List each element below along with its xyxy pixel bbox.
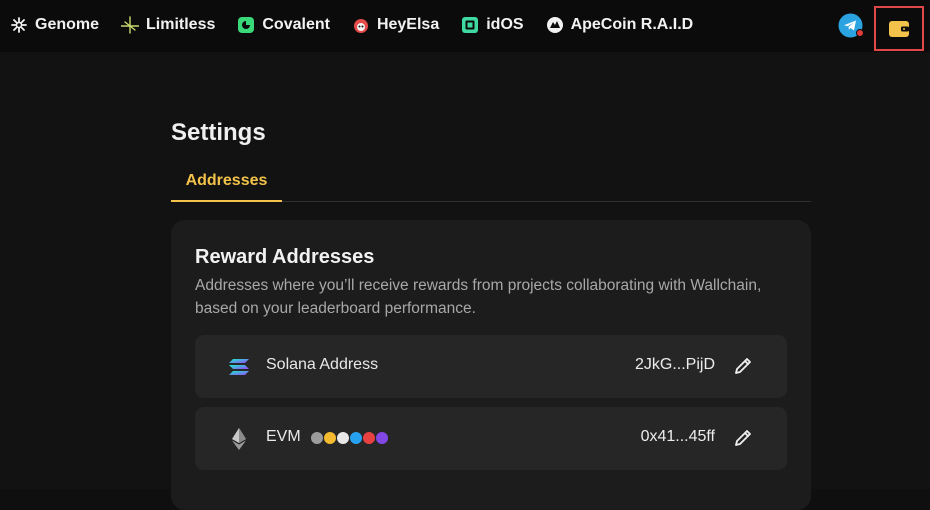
address-value: 2JkG...PijD bbox=[634, 356, 715, 373]
row-label: EVM bbox=[266, 428, 301, 445]
notification-dot bbox=[856, 29, 864, 37]
edit-pencil-icon[interactable] bbox=[732, 427, 754, 449]
asterisk-icon bbox=[10, 16, 28, 34]
evm-address-row: EVM 0x41...45ff bbox=[195, 407, 787, 470]
apecoin-icon bbox=[546, 16, 564, 34]
nav-item-idos[interactable]: idOS bbox=[461, 13, 524, 37]
wallet-icon bbox=[889, 20, 909, 37]
chain-badge-icon bbox=[323, 431, 337, 445]
idos-icon bbox=[461, 16, 479, 34]
reward-addresses-card: Reward Addresses Addresses where you’ll … bbox=[171, 220, 811, 510]
nav-item-label: idOS bbox=[486, 16, 524, 33]
nav-item-label: ApeCoin R.A.I.D bbox=[570, 16, 694, 33]
tab-addresses[interactable]: Addresses bbox=[171, 166, 282, 202]
wallet-button[interactable] bbox=[874, 6, 924, 51]
card-title: Reward Addresses bbox=[195, 246, 375, 268]
covalent-icon bbox=[237, 16, 255, 34]
row-label: Solana Address bbox=[266, 356, 379, 373]
card-description: Addresses where you’ll receive rewards f… bbox=[195, 277, 762, 317]
chain-badge-icon bbox=[336, 431, 350, 445]
nav-item-apecoin-raid[interactable]: ApeCoin R.A.I.D bbox=[546, 13, 694, 37]
telegram-button[interactable] bbox=[838, 13, 864, 38]
heyelsa-icon bbox=[352, 16, 370, 34]
nav-item-heyelsa[interactable]: HeyElsa bbox=[352, 13, 439, 37]
solana-icon bbox=[229, 359, 249, 375]
settings-page: Settings Addresses Reward Addresses Addr… bbox=[0, 52, 930, 510]
project-nav-list: Genome Limitless Covalent HeyElsa idOS A… bbox=[10, 13, 715, 37]
chain-badge-icon bbox=[375, 431, 389, 445]
chain-badge-icon bbox=[310, 431, 324, 445]
address-value: 0x41...45ff bbox=[640, 428, 715, 445]
nav-item-label: Genome bbox=[35, 16, 100, 33]
chain-badge-icon bbox=[362, 431, 376, 445]
nav-item-label: Covalent bbox=[262, 16, 330, 33]
ethereum-icon bbox=[232, 428, 246, 450]
nav-item-covalent[interactable]: Covalent bbox=[237, 13, 330, 37]
nav-item-genome[interactable]: Genome bbox=[10, 13, 99, 37]
edit-pencil-icon[interactable] bbox=[732, 355, 754, 377]
nav-item-limitless[interactable]: Limitless bbox=[121, 13, 215, 37]
page-title: Settings bbox=[171, 119, 266, 146]
nav-item-label: HeyElsa bbox=[376, 16, 440, 33]
solana-address-row: Solana Address 2JkG...PijD bbox=[195, 335, 787, 398]
nav-item-label: Limitless bbox=[146, 16, 216, 33]
evm-chain-badges bbox=[310, 431, 389, 445]
top-navigation-bar: Genome Limitless Covalent HeyElsa idOS A… bbox=[0, 0, 930, 52]
limitless-icon bbox=[121, 16, 140, 34]
settings-tabs: Addresses bbox=[171, 166, 811, 202]
chain-badge-icon bbox=[349, 431, 363, 445]
